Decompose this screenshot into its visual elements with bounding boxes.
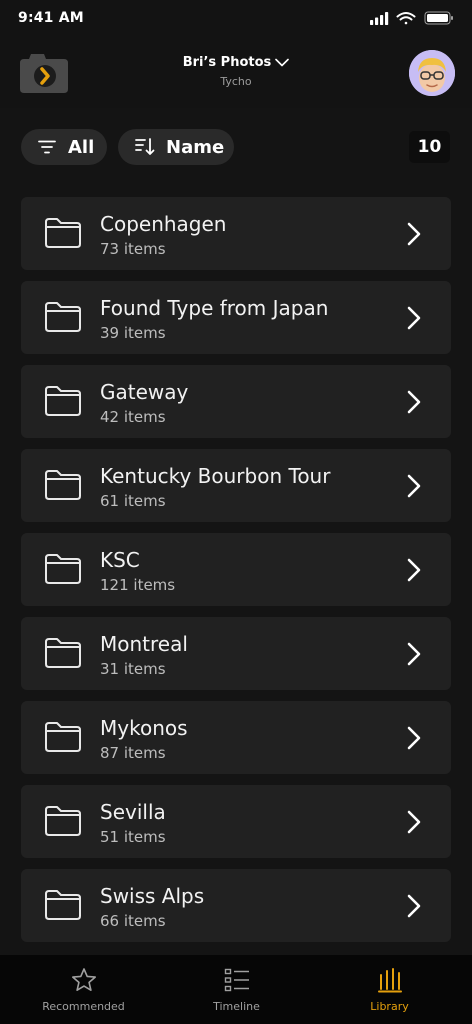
chevron-right-icon xyxy=(407,894,421,918)
folder-list: Copenhagen 73 items Found Type from Japa… xyxy=(21,197,451,953)
folder-item[interactable]: Mykonos 87 items xyxy=(21,701,451,774)
folder-name: Swiss Alps xyxy=(100,884,205,908)
folder-count: 61 items xyxy=(100,492,166,510)
folder-count: 39 items xyxy=(100,324,166,342)
avatar[interactable] xyxy=(409,50,455,96)
sort-button[interactable]: Name xyxy=(118,129,234,165)
folder-item[interactable]: Gateway 42 items xyxy=(21,365,451,438)
folder-name: Found Type from Japan xyxy=(100,296,329,320)
folder-name: KSC xyxy=(100,548,140,572)
filter-icon xyxy=(38,140,56,154)
chevron-right-icon xyxy=(407,726,421,750)
folder-count: 51 items xyxy=(100,828,166,846)
folder-icon xyxy=(45,638,81,668)
list-icon xyxy=(224,968,249,992)
chevron-right-icon xyxy=(407,558,421,582)
folder-icon xyxy=(45,470,81,500)
status-icons xyxy=(370,10,454,28)
chevron-right-icon xyxy=(407,306,421,330)
folder-icon xyxy=(45,890,81,920)
folder-item[interactable]: Kentucky Bourbon Tour 61 items xyxy=(21,449,451,522)
folder-name: Mykonos xyxy=(100,716,188,740)
chevron-right-icon xyxy=(407,810,421,834)
library-selector[interactable]: Bri’s Photos xyxy=(0,55,472,70)
chevron-right-icon xyxy=(407,642,421,666)
tab-label: Recommended xyxy=(42,1000,125,1013)
tab-bar: Recommended Timeline Library xyxy=(0,955,472,1024)
folder-icon xyxy=(45,554,81,584)
folder-name: Montreal xyxy=(100,632,188,656)
chevron-right-icon xyxy=(407,474,421,498)
folder-count: 42 items xyxy=(100,408,166,426)
star-icon xyxy=(71,968,96,991)
filter-label: All xyxy=(68,136,95,158)
status-bar: 9:41 AM xyxy=(0,0,472,40)
tab-recommended[interactable]: Recommended xyxy=(5,955,162,1024)
header: Bri’s Photos Tycho xyxy=(0,40,472,108)
filter-button[interactable]: All xyxy=(21,129,107,165)
folder-count: 121 items xyxy=(100,576,176,594)
cellular-signal-icon xyxy=(370,12,389,25)
sort-label: Name xyxy=(166,136,225,158)
chevron-right-icon xyxy=(407,390,421,414)
wifi-icon xyxy=(396,12,416,25)
folder-name: Sevilla xyxy=(100,800,166,824)
folder-count: 73 items xyxy=(100,240,166,258)
tab-library[interactable]: Library xyxy=(311,955,468,1024)
status-time: 9:41 AM xyxy=(18,10,84,26)
folder-count: 31 items xyxy=(100,660,166,678)
folder-item[interactable]: KSC 121 items xyxy=(21,533,451,606)
chevron-right-icon xyxy=(407,222,421,246)
tab-label: Timeline xyxy=(213,1000,260,1013)
tab-label: Library xyxy=(370,1000,409,1013)
folder-item[interactable]: Montreal 31 items xyxy=(21,617,451,690)
folder-item[interactable]: Sevilla 51 items xyxy=(21,785,451,858)
tab-timeline[interactable]: Timeline xyxy=(158,955,315,1024)
folder-name: Copenhagen xyxy=(100,212,227,236)
library-title: Bri’s Photos xyxy=(182,55,272,70)
chevron-down-icon xyxy=(275,58,290,67)
folder-item[interactable]: Copenhagen 73 items xyxy=(21,197,451,270)
folder-icon xyxy=(45,386,81,416)
folder-icon xyxy=(45,806,81,836)
sort-icon xyxy=(135,138,155,155)
folder-icon xyxy=(45,722,81,752)
folder-icon xyxy=(45,218,81,248)
folder-icon xyxy=(45,302,81,332)
folder-name: Gateway xyxy=(100,380,189,404)
library-subtitle: Tycho xyxy=(220,75,252,88)
library-icon xyxy=(377,968,402,993)
folder-item[interactable]: Swiss Alps 66 items xyxy=(21,869,451,942)
battery-icon xyxy=(424,11,453,25)
folder-item[interactable]: Found Type from Japan 39 items xyxy=(21,281,451,354)
folder-name: Kentucky Bourbon Tour xyxy=(100,464,331,488)
folder-count: 87 items xyxy=(100,744,166,762)
item-count-badge: 10 xyxy=(409,131,450,163)
folder-count: 66 items xyxy=(100,912,166,930)
